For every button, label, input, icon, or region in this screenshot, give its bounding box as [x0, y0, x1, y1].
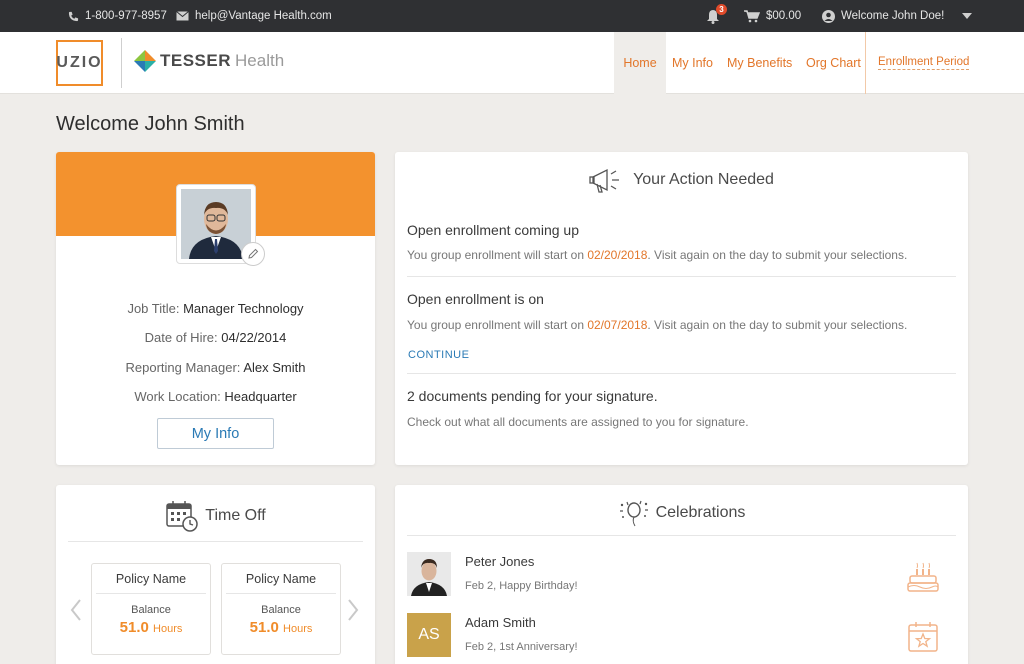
action-needed-title: Your Action Needed [633, 171, 774, 188]
cart-icon [744, 9, 760, 22]
edit-photo-button[interactable] [241, 242, 265, 266]
celebrations-card: Celebrations Peter Jones Feb 2, Happy Bi… [395, 485, 968, 664]
policy-tile[interactable]: Policy Name Balance 51.0 Hours [91, 563, 211, 655]
top-utility-bar: 1-800-977-8957 help@Vantage Health.com 3… [0, 0, 1024, 32]
chevron-left-icon[interactable] [70, 598, 82, 622]
time-off-header: Time Off [56, 499, 375, 533]
tesser-diamond-icon [134, 50, 156, 72]
profile-person-image [181, 189, 251, 259]
email-contact[interactable]: help@Vantage Health.com [176, 0, 332, 32]
chevron-down-icon [962, 13, 973, 19]
phone-icon [68, 11, 79, 21]
policy-name: Policy Name [226, 564, 336, 594]
birthday-cake-icon [907, 562, 939, 592]
manager-value: Alex Smith [243, 360, 306, 375]
job-title-row: Job Title: Manager Technology [127, 301, 304, 316]
megaphone-icon [589, 168, 620, 193]
user-welcome-text: Welcome John Doe! [841, 10, 945, 22]
nav-divider [865, 32, 866, 94]
nav-home[interactable]: Home [614, 32, 666, 94]
action-needed-card: Your Action Needed Open enrollment comin… [395, 152, 968, 465]
balance-value: 51.0 [119, 619, 149, 636]
notification-count-badge: 3 [716, 4, 727, 15]
location-value: Headquarter [224, 389, 297, 404]
policy-tile[interactable]: Policy Name Balance 51.0 Hours [221, 563, 341, 655]
action-item-text: You group enrollment will start on 02/07… [407, 318, 908, 332]
celebration-detail: Feb 2, Happy Birthday! [465, 580, 578, 592]
action-item-text: Check out what all documents are assigne… [407, 415, 749, 429]
time-off-title: Time Off [205, 507, 266, 524]
nav-my-info[interactable]: My Info [672, 32, 713, 94]
manager-row: Reporting Manager: Alex Smith [125, 360, 306, 375]
email-address: help@Vantage Health.com [195, 10, 332, 22]
envelope-icon [176, 11, 189, 21]
my-info-button[interactable]: My Info [157, 418, 274, 449]
action-item-text: You group enrollment will start on 02/20… [407, 248, 908, 262]
celebrant-name: Peter Jones [465, 554, 535, 569]
logo-divider [121, 38, 122, 88]
chevron-right-icon[interactable] [347, 598, 359, 622]
hire-date-value: 04/22/2014 [221, 330, 287, 345]
profile-card: Job Title: Manager Technology Date of Hi… [56, 152, 375, 465]
divider [407, 276, 956, 277]
cart-button[interactable]: $00.00 [744, 0, 801, 32]
balance-unit: Hours [153, 623, 183, 635]
phone-number: 1-800-977-8957 [85, 10, 167, 22]
pencil-icon [248, 248, 259, 259]
divider [407, 535, 956, 536]
enrollment-date: 02/20/2018 [587, 248, 648, 262]
location-row: Work Location: Headquarter [134, 389, 297, 404]
tesser-health-logo[interactable]: TESSER Health [134, 50, 284, 72]
hire-date-row: Date of Hire: 04/22/2014 [144, 330, 287, 345]
celebration-detail: Feb 2, 1st Anniversary! [465, 641, 578, 653]
celebrations-title: Celebrations [655, 504, 746, 521]
page-title: Welcome John Smith [56, 113, 245, 135]
action-item-heading: Open enrollment is on [407, 291, 544, 307]
person-photo [407, 552, 451, 596]
calendar-clock-icon [166, 501, 199, 532]
nav-org-chart[interactable]: Org Chart [806, 32, 861, 94]
job-title-value: Manager Technology [183, 301, 304, 316]
cart-amount: $00.00 [766, 10, 802, 22]
balance-label: Balance [131, 604, 171, 616]
action-item-heading: 2 documents pending for your signature. [407, 388, 658, 404]
divider [68, 541, 363, 542]
balance-label: Balance [261, 604, 301, 616]
notifications-button[interactable]: 3 [706, 0, 727, 32]
user-avatar-icon [822, 9, 835, 23]
balance-unit: Hours [283, 623, 313, 635]
uzio-logo[interactable]: UZIO [56, 40, 103, 86]
main-header: UZIO TESSER Health Home My Info My Benef… [0, 32, 1024, 94]
enrollment-date: 02/07/2018 [587, 318, 648, 332]
time-off-card: Time Off Policy Name Balance 51.0 Hours … [56, 485, 375, 664]
calendar-star-icon [908, 622, 938, 652]
balloon-confetti-icon [619, 500, 648, 527]
celebrant-name: Adam Smith [465, 615, 536, 630]
avatar[interactable] [407, 552, 451, 596]
divider [407, 373, 956, 374]
phone-contact[interactable]: 1-800-977-8957 [68, 0, 167, 32]
user-menu[interactable]: Welcome John Doe! [822, 0, 973, 32]
enrollment-period-link[interactable]: Enrollment Period [878, 56, 970, 70]
continue-link[interactable]: CONTINUE [408, 349, 469, 361]
avatar-initials[interactable]: AS [407, 613, 451, 657]
action-needed-header: Your Action Needed [395, 166, 968, 194]
policy-name: Policy Name [96, 564, 206, 594]
action-item-heading: Open enrollment coming up [407, 222, 579, 238]
nav-my-benefits[interactable]: My Benefits [727, 32, 792, 94]
balance-value: 51.0 [249, 619, 279, 636]
celebrations-header: Celebrations [395, 499, 968, 527]
